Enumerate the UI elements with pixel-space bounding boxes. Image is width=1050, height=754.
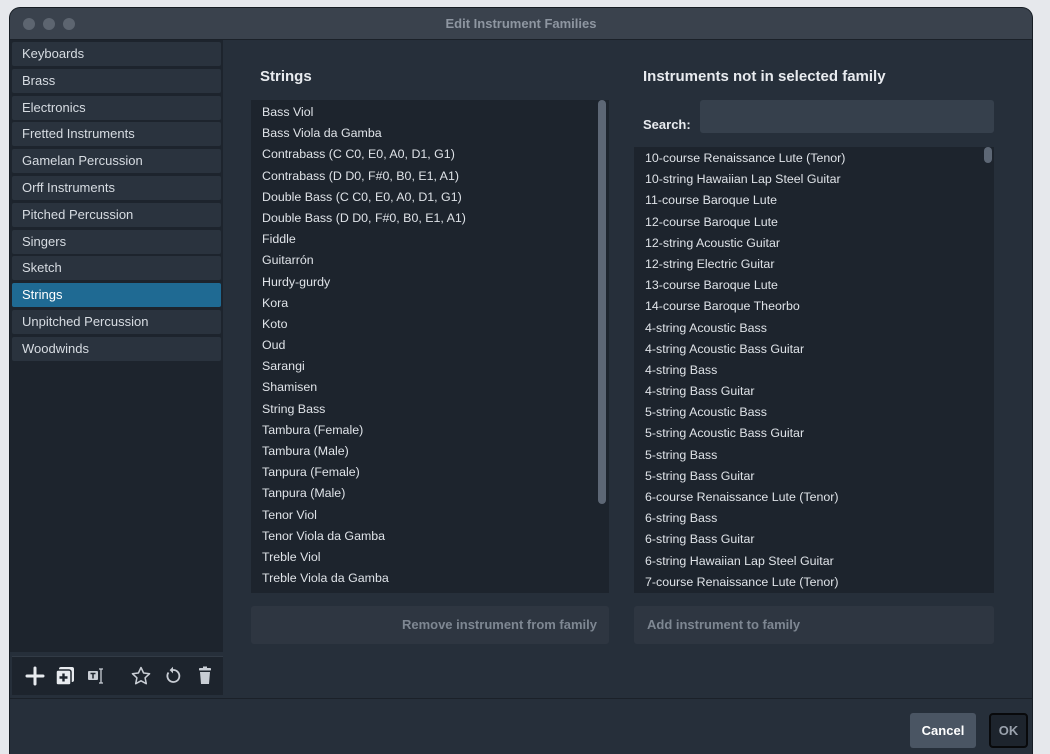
family-members-scrollbar[interactable] [598,100,606,504]
available-instrument-item[interactable]: 10-course Renaissance Lute (Tenor) [634,148,994,169]
cancel-button[interactable]: Cancel [910,713,976,748]
available-instrument-item[interactable]: 12-string Acoustic Guitar [634,233,994,254]
trash-icon[interactable] [194,665,216,687]
family-member-item[interactable]: Shamisen [251,377,609,398]
family-member-item[interactable]: Tambura (Female) [251,420,609,441]
family-member-item[interactable]: Tanpura (Female) [251,462,609,483]
not-in-family-list[interactable]: 10-course Renaissance Lute (Tenor) 10-str… [634,147,994,593]
available-instrument-item[interactable]: 6-string Bass [634,508,994,529]
available-instrument-item[interactable]: 6-string Hawaiian Lap Steel Guitar [634,551,994,572]
family-member-item[interactable]: Fiddle [251,229,609,250]
family-members-heading: Strings [260,68,312,85]
family-member-item[interactable]: Kora [251,293,609,314]
available-instrument-item[interactable]: 10-string Hawaiian Lap Steel Guitar [634,169,994,190]
available-instrument-item[interactable]: 12-course Baroque Lute [634,212,994,233]
family-toolbar [12,656,223,695]
reset-icon[interactable] [162,665,184,687]
family-member-item[interactable]: Tambura (Male) [251,441,609,462]
family-item[interactable]: Pitched Percussion [12,202,221,227]
family-item[interactable]: Unpitched Percussion [12,309,221,334]
star-icon[interactable] [130,665,152,687]
family-member-item[interactable]: Oud [251,335,609,356]
ok-button[interactable]: OK [989,713,1028,748]
available-instrument-item[interactable]: 5-string Acoustic Bass [634,402,994,423]
family-item[interactable]: Woodwinds [12,336,221,361]
family-member-item[interactable]: Double Bass (D D0, F#0, B0, E1, A1) [251,208,609,229]
available-instrument-item[interactable]: 4-string Acoustic Bass [634,318,994,339]
plus-icon[interactable] [24,665,46,687]
family-members-list[interactable]: Bass Viol Bass Viola da Gamba Contrabass (… [251,100,609,593]
available-instrument-item[interactable]: 6-course Renaissance Lute (Tenor) [634,487,994,508]
family-member-item[interactable]: Tanpura (Male) [251,483,609,504]
available-instrument-item[interactable]: 4-string Acoustic Bass Guitar [634,339,994,360]
search-label: Search: [643,117,691,132]
family-item[interactable]: Orff Instruments [12,175,221,200]
family-member-item[interactable]: Treble Viol [251,547,609,568]
remove-instrument-button[interactable]: Remove instrument from family [251,606,609,644]
family-member-item[interactable]: Double Bass (C C0, E0, A0, D1, G1) [251,187,609,208]
family-member-item[interactable]: Treble Viola da Gamba [251,568,609,589]
family-member-item[interactable]: Tenor Viola da Gamba [251,526,609,547]
family-item[interactable]: Singers [12,229,221,254]
family-member-item[interactable]: Guitarrón [251,250,609,271]
family-item[interactable]: Fretted Instruments [12,122,221,147]
available-instrument-item[interactable]: 7-course Renaissance Lute (Tenor) [634,572,994,593]
family-item[interactable]: Gamelan Percussion [12,149,221,174]
family-item[interactable]: Electronics [12,95,221,120]
family-member-item[interactable]: Contrabass (D D0, F#0, B0, E1, A1) [251,166,609,187]
rename-icon[interactable] [86,665,108,687]
family-member-item[interactable]: Contrabass (C C0, E0, A0, D1, G1) [251,144,609,165]
family-member-item[interactable]: Sarangi [251,356,609,377]
add-instrument-label: Add instrument to family [647,617,801,632]
family-member-item[interactable]: Koto [251,314,609,335]
family-item[interactable]: Brass [12,68,221,93]
search-input[interactable] [700,100,994,133]
window-title: Edit Instrument Families [445,16,597,31]
available-instrument-item[interactable]: 11-course Baroque Lute [634,190,994,211]
available-instrument-item[interactable]: 6-string Bass Guitar [634,529,994,550]
available-instrument-item[interactable]: 4-string Bass [634,360,994,381]
family-list: Keyboards Brass Electronics Fretted Instrum… [10,42,223,361]
available-instrument-item[interactable]: 5-string Bass [634,445,994,466]
not-in-family-heading: Instruments not in selected family [643,68,886,85]
edit-instrument-families-dialog: Edit Instrument Families Keyboards Brass E… [10,8,1032,754]
family-item[interactable]: Keyboards [12,42,221,66]
family-item[interactable]: Sketch [12,256,221,281]
available-instrument-item[interactable]: 13-course Baroque Lute [634,275,994,296]
available-instrument-item[interactable]: 12-string Electric Guitar [634,254,994,275]
family-member-item[interactable]: Bass Viola da Gamba [251,123,609,144]
family-item[interactable]: Strings [12,283,221,308]
not-in-family-scrollbar[interactable] [984,147,992,163]
family-member-item[interactable]: String Bass [251,399,609,420]
available-instrument-item[interactable]: 14-course Baroque Theorbo [634,296,994,317]
available-instrument-item[interactable]: 4-string Bass Guitar [634,381,994,402]
add-instrument-button[interactable]: Add instrument to family [634,606,994,644]
duplicate-icon[interactable] [54,665,76,687]
dialog-footer: Cancel OK [10,698,1032,754]
family-list-panel: Keyboards Brass Electronics Fretted Instrum… [10,40,223,652]
available-instrument-item[interactable]: 5-string Bass Guitar [634,466,994,487]
available-instrument-item[interactable]: 5-string Acoustic Bass Guitar [634,423,994,444]
family-member-item[interactable]: Bass Viol [251,102,609,123]
family-member-item[interactable]: Tenor Viol [251,505,609,526]
family-member-item[interactable]: Hurdy-gurdy [251,272,609,293]
title-bar[interactable]: Edit Instrument Families [10,8,1032,40]
remove-instrument-label: Remove instrument from family [401,617,597,632]
